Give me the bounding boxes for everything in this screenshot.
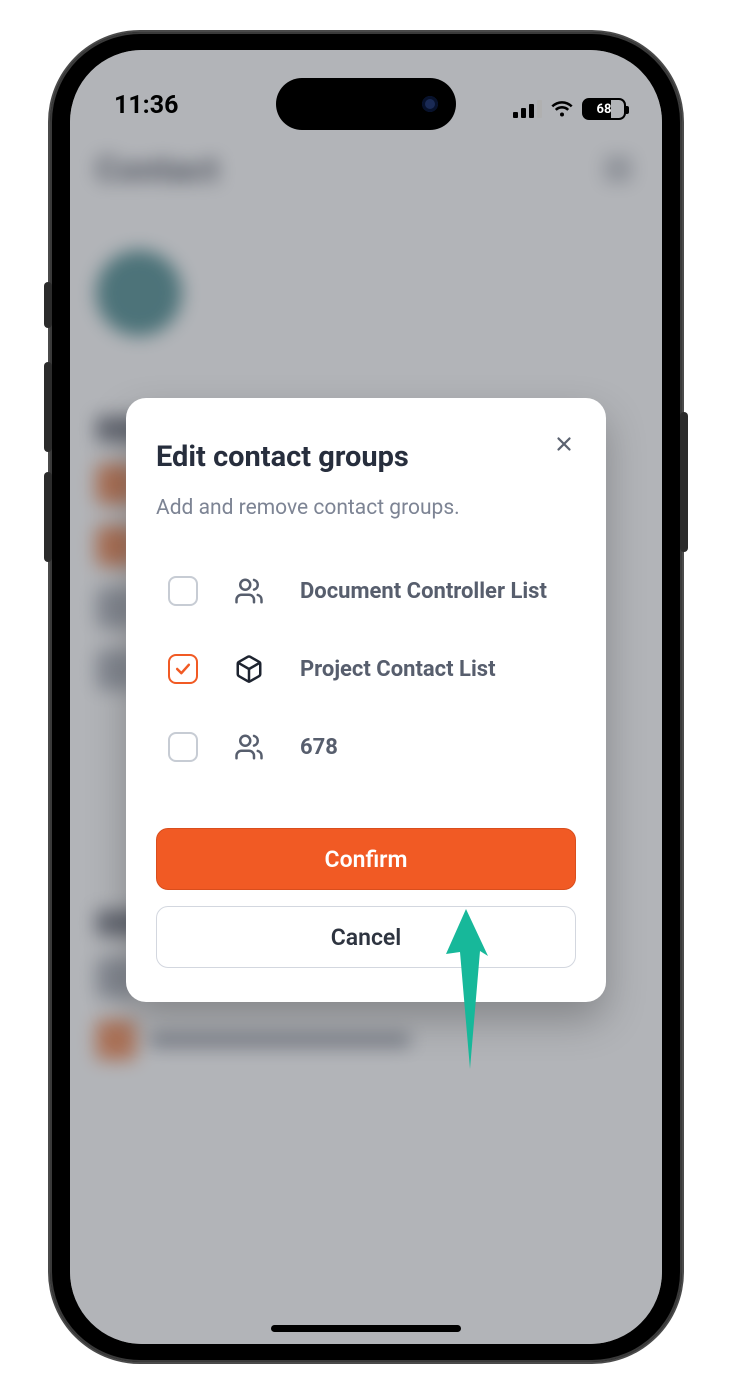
group-checkbox[interactable] [168,732,198,762]
wifi-icon [550,99,574,119]
home-indicator[interactable] [271,1325,461,1332]
close-icon [553,433,575,455]
people-icon [232,730,266,764]
group-item-document-controller[interactable]: Document Controller List [168,574,576,608]
cellular-signal-icon [513,100,542,118]
close-button[interactable] [546,426,582,462]
battery-indicator: 68 [582,98,626,120]
people-icon [232,574,266,608]
group-checkbox[interactable] [168,576,198,606]
modal-subtitle: Add and remove contact groups. [156,496,576,520]
phone-frame: 11:36 68 Contact [50,32,682,1362]
side-button [44,282,52,328]
cancel-button[interactable]: Cancel [156,906,576,968]
side-button [680,412,688,552]
confirm-button[interactable]: Confirm [156,828,576,890]
modal-title: Edit contact groups [156,440,576,474]
group-label: 678 [300,735,338,760]
group-item-project-contact[interactable]: Project Contact List [168,652,576,686]
cube-icon [232,652,266,686]
group-label: Document Controller List [300,579,547,604]
status-time: 11:36 [114,91,178,120]
group-item-678[interactable]: 678 [168,730,576,764]
battery-level: 68 [597,102,612,117]
screen: 11:36 68 Contact [70,50,662,1344]
side-button [44,472,52,562]
side-button [44,362,52,452]
group-checkbox[interactable] [168,654,198,684]
dynamic-island [276,78,456,130]
edit-contact-groups-modal: Edit contact groups Add and remove conta… [126,398,606,1002]
group-list: Document Controller List Project Contact… [156,574,576,764]
group-label: Project Contact List [300,657,496,682]
